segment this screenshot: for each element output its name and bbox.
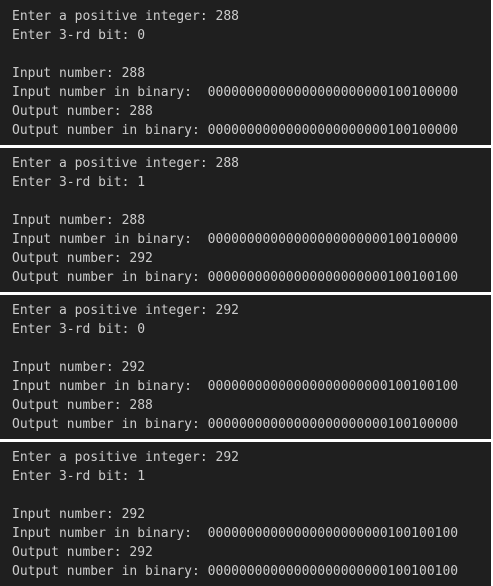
input-number-line: Input number: 292 [12,507,146,522]
output-binary-line: Output number in binary: 000000000000000… [12,417,459,432]
output-number-line: Output number: 292 [12,251,153,266]
terminal-panel-3: Enter a positive integer: 292 Enter 3-rd… [0,295,491,439]
prompt-integer-line: Enter a positive integer: 288 [12,9,239,24]
terminal-panel-1: Enter a positive integer: 288 Enter 3-rd… [0,0,491,145]
input-binary-line: Input number in binary: 0000000000000000… [12,526,459,541]
prompt-bit-line: Enter 3-rd bit: 1 [12,469,146,484]
output-binary-line: Output number in binary: 000000000000000… [12,564,459,579]
input-binary-line: Input number in binary: 0000000000000000… [12,85,459,100]
terminal-panel-4: Enter a positive integer: 292 Enter 3-rd… [0,442,491,586]
prompt-integer-line: Enter a positive integer: 292 [12,303,239,318]
prompt-integer-line: Enter a positive integer: 288 [12,156,239,171]
terminal-panel-2: Enter a positive integer: 288 Enter 3-rd… [0,148,491,292]
input-number-line: Input number: 288 [12,66,146,81]
output-number-line: Output number: 288 [12,398,153,413]
output-binary-line: Output number in binary: 000000000000000… [12,123,459,138]
output-number-line: Output number: 292 [12,545,153,560]
output-number-line: Output number: 288 [12,104,153,119]
input-number-line: Input number: 288 [12,213,146,228]
output-binary-line: Output number in binary: 000000000000000… [12,270,459,285]
prompt-bit-line: Enter 3-rd bit: 1 [12,175,146,190]
prompt-bit-line: Enter 3-rd bit: 0 [12,322,146,337]
input-binary-line: Input number in binary: 0000000000000000… [12,379,459,394]
prompt-integer-line: Enter a positive integer: 292 [12,450,239,465]
input-binary-line: Input number in binary: 0000000000000000… [12,232,459,247]
input-number-line: Input number: 292 [12,360,146,375]
prompt-bit-line: Enter 3-rd bit: 0 [12,28,146,43]
